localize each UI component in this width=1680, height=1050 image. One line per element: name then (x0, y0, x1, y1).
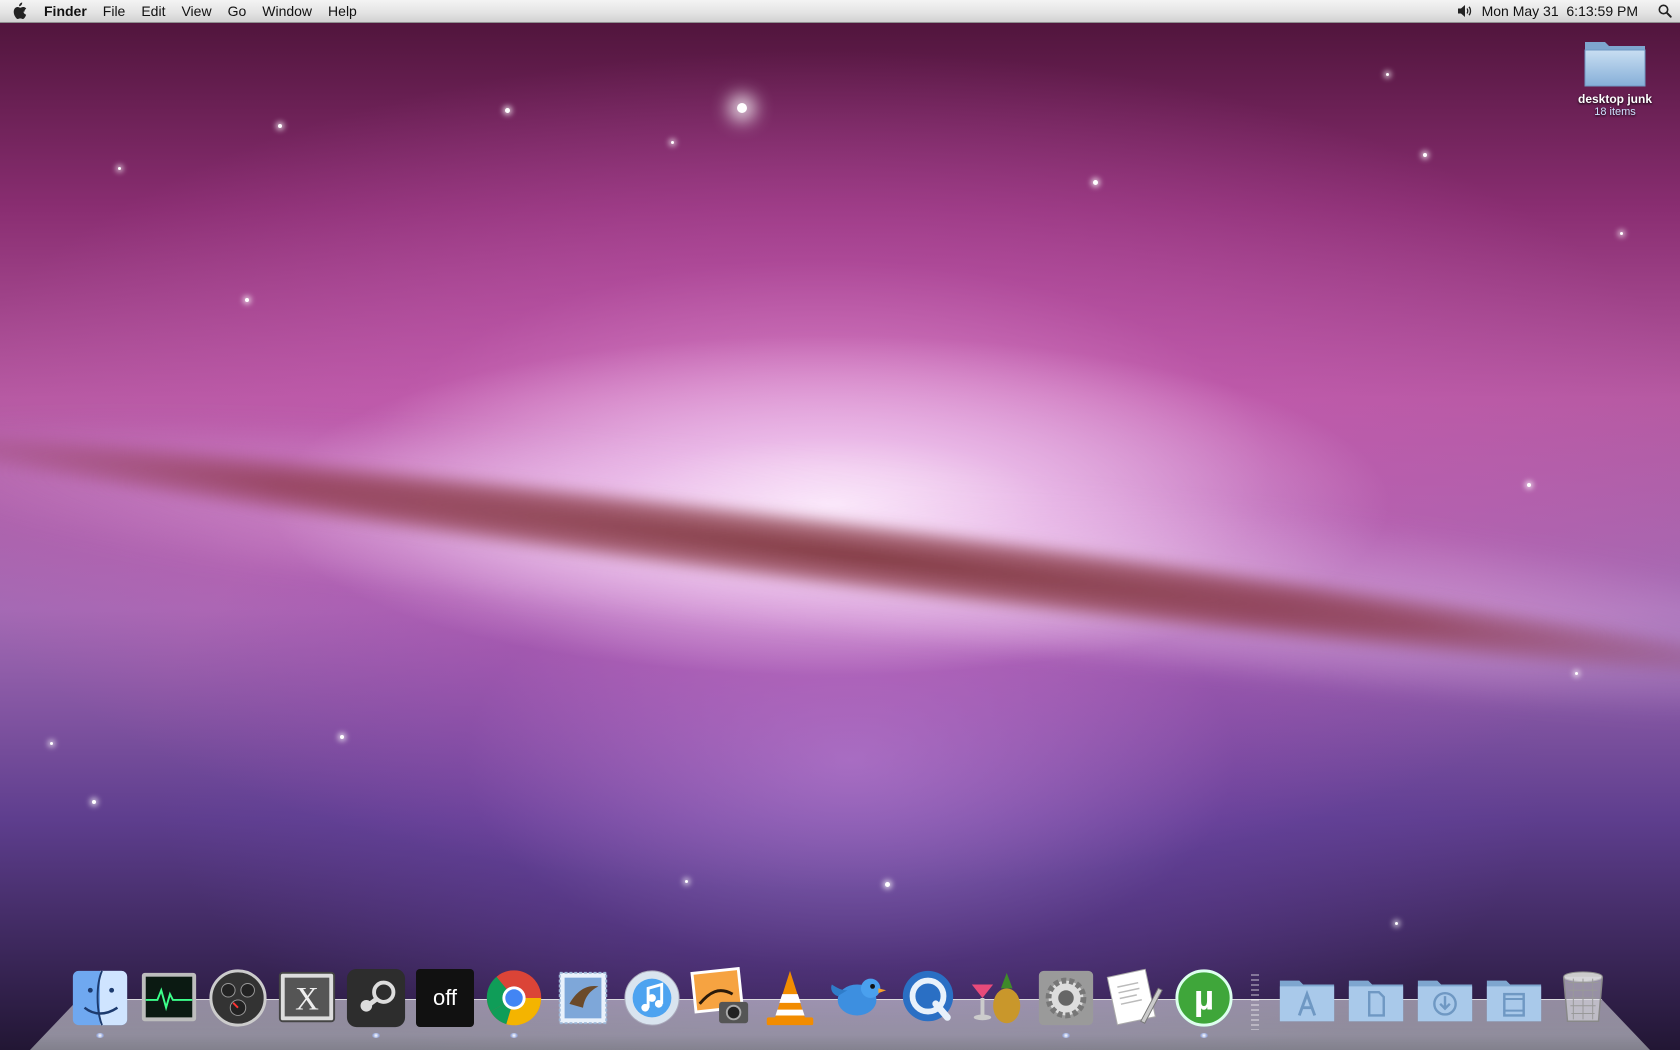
star (245, 298, 249, 302)
star (1620, 232, 1623, 235)
folder-name: desktop junk (1577, 92, 1652, 106)
twitter-icon[interactable] (827, 966, 891, 1030)
iphoto-icon[interactable] (689, 966, 753, 1030)
volume-icon[interactable] (1454, 0, 1476, 22)
off-label: off (432, 985, 458, 1010)
star (885, 882, 890, 887)
chat-icon[interactable]: X (275, 966, 339, 1030)
dock-separator[interactable] (1251, 974, 1259, 1030)
running-indicator (1062, 1033, 1070, 1038)
downloads-folder-icon[interactable] (1413, 966, 1477, 1030)
textedit-icon[interactable] (1103, 966, 1167, 1030)
running-indicator (96, 1033, 104, 1038)
applications-folder-icon[interactable] (1275, 966, 1339, 1030)
apple-icon[interactable] (0, 0, 38, 22)
menu-window[interactable]: Window (254, 0, 320, 22)
activity-monitor-icon[interactable] (137, 966, 201, 1030)
dashboard-icon[interactable] (206, 966, 270, 1030)
desktop-folder[interactable]: desktop junk 18 items (1560, 36, 1670, 118)
running-indicator (372, 1033, 380, 1038)
star (1575, 672, 1578, 675)
star (1527, 483, 1531, 487)
star (1423, 153, 1427, 157)
star (1093, 180, 1098, 185)
star (50, 742, 53, 745)
dock-icons: X off µ (68, 966, 1620, 1038)
star (1386, 73, 1389, 76)
vlc-icon[interactable] (758, 966, 822, 1030)
running-indicator (1200, 1033, 1208, 1038)
menu-extras: Mon May 31 6:13:59 PM (1454, 0, 1680, 22)
system-preferences-icon[interactable] (1034, 966, 1098, 1038)
svg-text:X: X (295, 982, 319, 1018)
steam-icon[interactable] (344, 966, 408, 1038)
star (1395, 922, 1398, 925)
folder-item-count: 18 items (1594, 106, 1636, 118)
star (505, 108, 510, 113)
adium-icon[interactable] (965, 966, 1029, 1030)
off-icon[interactable]: off (413, 966, 477, 1030)
menu-finder[interactable]: Finder (38, 0, 95, 22)
movies-folder-icon[interactable] (1482, 966, 1546, 1030)
utorrent-glyph: µ (1194, 979, 1214, 1018)
spotlight-icon[interactable] (1650, 0, 1680, 22)
menu-view[interactable]: View (173, 0, 219, 22)
finder-icon[interactable] (68, 966, 132, 1038)
menu-clock[interactable]: Mon May 31 6:13:59 PM (1476, 0, 1650, 22)
utorrent-icon[interactable]: µ (1172, 966, 1236, 1038)
dock: X off µ (30, 958, 1650, 1050)
menu-file[interactable]: File (95, 0, 134, 22)
menu-help[interactable]: Help (320, 0, 365, 22)
menu-go[interactable]: Go (220, 0, 255, 22)
quicktime-icon[interactable] (896, 966, 960, 1030)
desktop[interactable]: Finder File Edit View Go Window Help Mon… (0, 0, 1680, 1050)
star (685, 880, 688, 883)
running-indicator (510, 1033, 518, 1038)
trash-icon[interactable] (1551, 966, 1615, 1030)
star (118, 167, 121, 170)
star (737, 103, 747, 113)
menu-bar: Finder File Edit View Go Window Help Mon… (0, 0, 1680, 23)
menu-edit[interactable]: Edit (133, 0, 173, 22)
star (92, 800, 96, 804)
chrome-icon[interactable] (482, 966, 546, 1038)
itunes-icon[interactable] (620, 966, 684, 1030)
star (340, 735, 344, 739)
documents-folder-icon[interactable] (1344, 966, 1408, 1030)
star (278, 124, 282, 128)
mail-icon[interactable] (551, 966, 615, 1030)
star (671, 141, 674, 144)
folder-icon (1583, 36, 1647, 88)
